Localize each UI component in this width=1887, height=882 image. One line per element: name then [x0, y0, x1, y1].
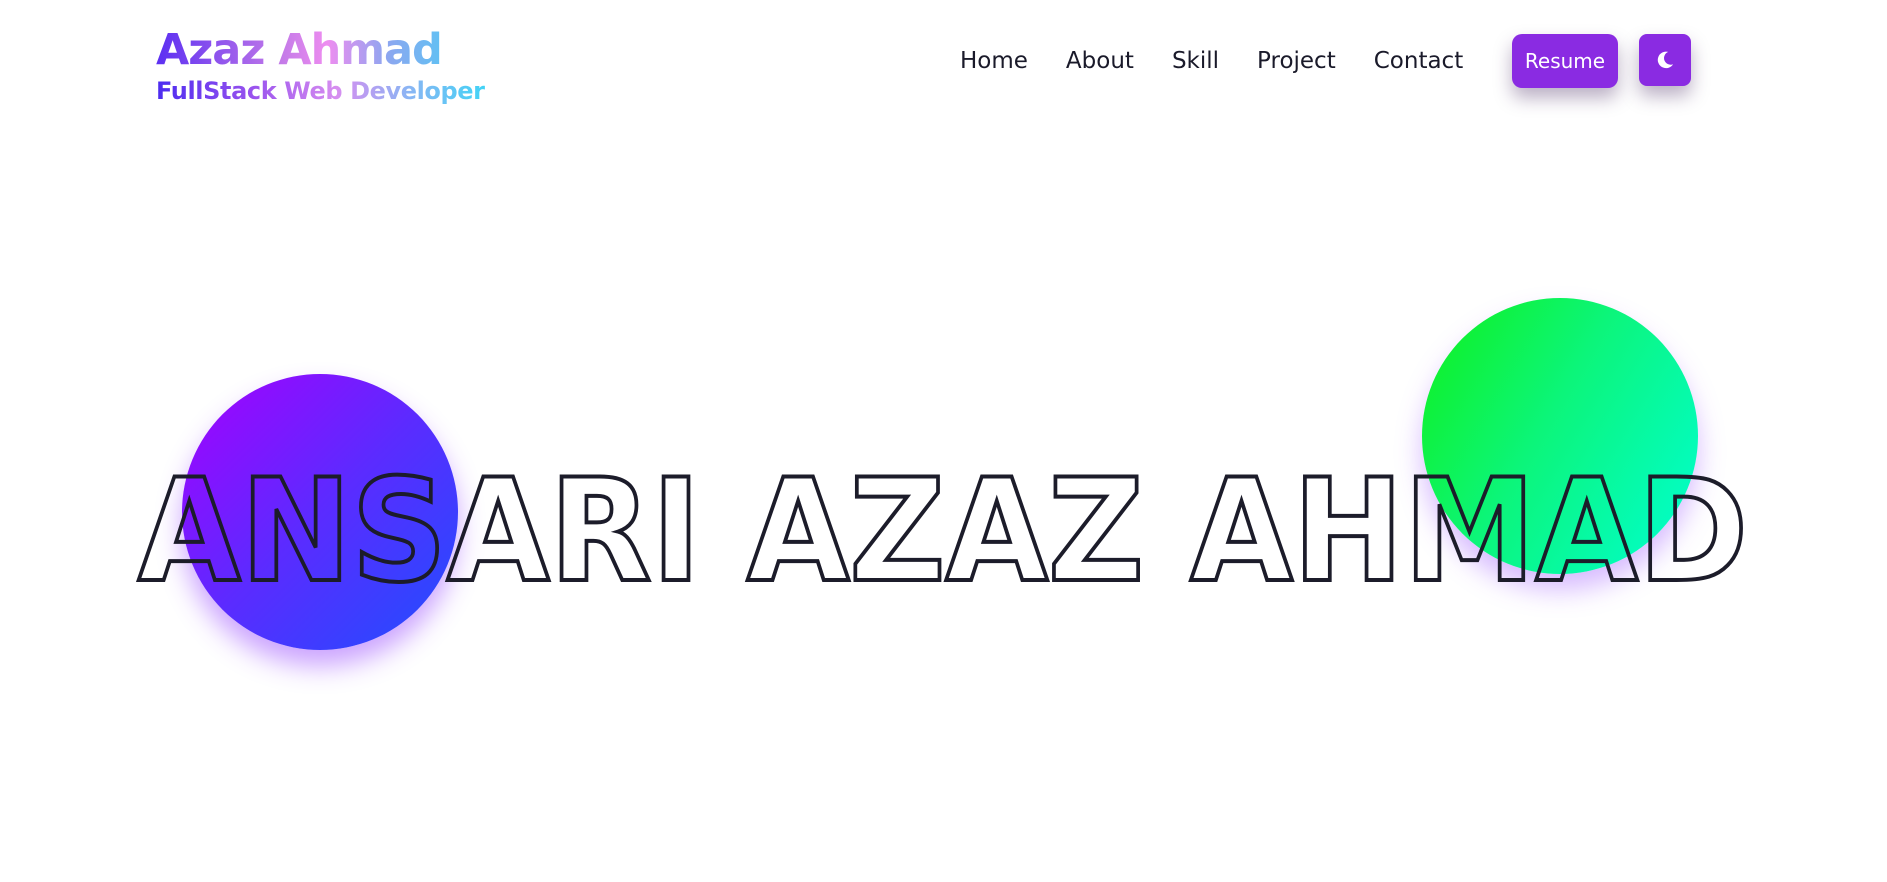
nav-skill[interactable]: Skill — [1172, 48, 1219, 74]
hero-title: ANSARI AZAZ AHMAD — [138, 449, 1748, 614]
main-nav: Home About Skill Project Contact — [960, 34, 1501, 88]
theme-toggle-button[interactable] — [1639, 34, 1691, 86]
brand-role: FullStack Web Developer — [156, 77, 485, 105]
hero-title-wrapper: ANSARI AZAZ AHMAD — [136, 447, 1750, 616]
page: Azaz Ahmad FullStack Web Developer Home … — [0, 0, 1887, 882]
resume-button[interactable]: Resume — [1512, 34, 1618, 88]
nav-contact[interactable]: Contact — [1374, 48, 1463, 74]
nav-home[interactable]: Home — [960, 48, 1028, 74]
brand-name: Azaz Ahmad — [156, 24, 485, 76]
nav-project[interactable]: Project — [1257, 48, 1336, 74]
moon-icon — [1657, 51, 1674, 69]
brand-logo[interactable]: Azaz Ahmad FullStack Web Developer — [156, 24, 485, 106]
nav-about[interactable]: About — [1066, 48, 1134, 74]
